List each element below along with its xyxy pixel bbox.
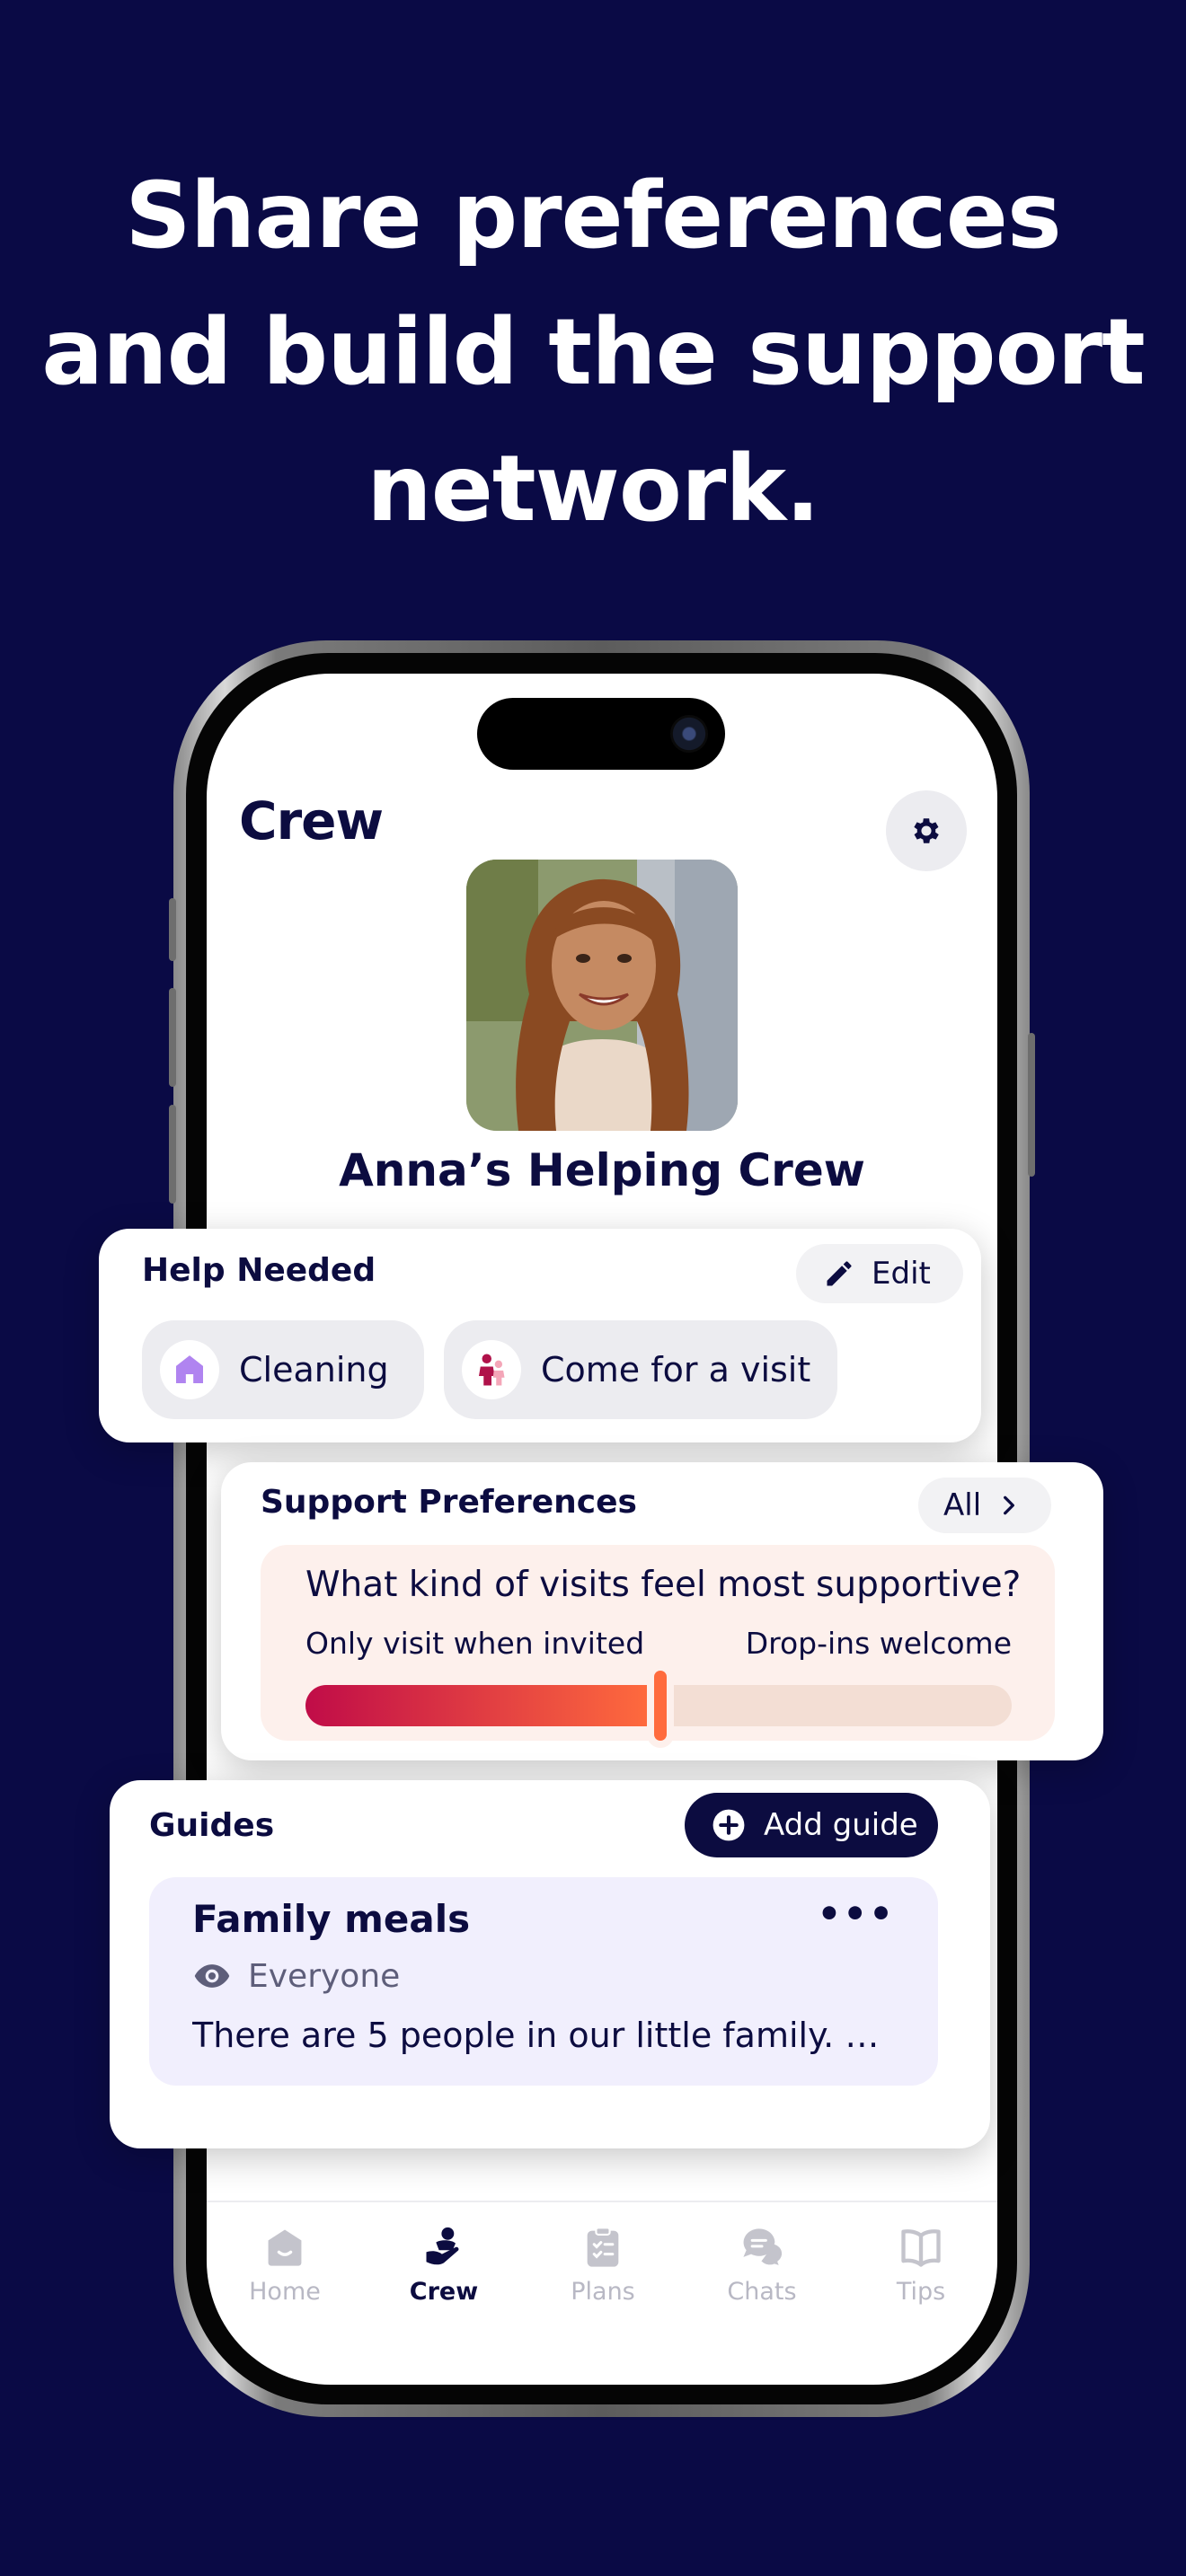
- help-needed-card: Help Needed Edit Cleaning Come for a vis…: [99, 1229, 981, 1442]
- preference-right-label: Drop-ins welcome: [745, 1626, 1012, 1661]
- people-icon: [479, 1354, 505, 1386]
- guide-visibility-label: Everyone: [248, 1957, 401, 1995]
- phone-volume-down: [169, 1105, 176, 1204]
- add-guide-label: Add guide: [764, 1807, 918, 1843]
- pencil-icon: [827, 1261, 852, 1286]
- tab-crew[interactable]: Crew: [385, 2224, 502, 2306]
- all-label: All: [943, 1487, 982, 1523]
- help-needed-title: Help Needed: [142, 1252, 376, 1289]
- avatar: [466, 860, 738, 1131]
- tab-tips[interactable]: Tips: [863, 2224, 979, 2306]
- tab-label: Tips: [896, 2278, 946, 2306]
- slider-fill: [305, 1685, 652, 1726]
- chat-icon: [743, 2228, 784, 2269]
- tab-bar: Home Crew Plans Chats Tips: [207, 2201, 997, 2317]
- guides-title: Guides: [149, 1807, 275, 1844]
- guide-item[interactable]: Family meals ••• Everyone There are 5 pe…: [149, 1877, 938, 2086]
- guide-preview: There are 5 people in our little family.…: [192, 2016, 902, 2055]
- camera-icon: [670, 715, 708, 753]
- all-preferences-button[interactable]: All: [918, 1478, 1051, 1533]
- chip-label: Cleaning: [239, 1350, 389, 1389]
- tab-label: Chats: [727, 2278, 797, 2306]
- tab-label: Plans: [571, 2278, 635, 2306]
- headline-line-3: network.: [367, 436, 820, 543]
- clipboard-icon: [587, 2227, 619, 2267]
- guide-visibility: Everyone: [192, 1956, 400, 1996]
- tab-label: Crew: [409, 2278, 479, 2306]
- chip-label: Come for a visit: [541, 1350, 811, 1389]
- help-chip-cleaning[interactable]: Cleaning: [142, 1320, 424, 1419]
- phone-volume-up: [169, 988, 176, 1087]
- help-chip-visit[interactable]: Come for a visit: [444, 1320, 837, 1419]
- page-title: Crew: [239, 790, 384, 851]
- guide-title: Family meals: [192, 1897, 471, 1941]
- eye-icon: [194, 1964, 230, 1988]
- chevron-right-icon: [1004, 1495, 1015, 1515]
- preference-panel: What kind of visits feel most supportive…: [261, 1545, 1055, 1741]
- preference-question: What kind of visits feel most supportive…: [305, 1565, 1022, 1605]
- tab-plans[interactable]: Plans: [544, 2224, 661, 2306]
- headline-line-1: Share preferences: [125, 163, 1061, 269]
- phone-action-button: [169, 898, 176, 961]
- phone-side-button: [1028, 1033, 1035, 1177]
- home-icon: [268, 2229, 302, 2266]
- chip-icon-wrap: [160, 1340, 219, 1399]
- headline-line-2: and build the support: [41, 299, 1146, 406]
- edit-button[interactable]: Edit: [796, 1244, 963, 1303]
- slider-thumb[interactable]: [654, 1671, 668, 1741]
- marketing-headline: Share preferences and build the support …: [0, 148, 1186, 558]
- tab-chats[interactable]: Chats: [704, 2224, 820, 2306]
- more-options-icon[interactable]: •••: [817, 1892, 895, 1936]
- gear-icon: [914, 818, 939, 843]
- tab-label: Home: [249, 2278, 321, 2306]
- plus-circle-icon: [712, 1809, 745, 1841]
- add-guide-button[interactable]: Add guide: [685, 1793, 938, 1857]
- house-icon: [176, 1355, 203, 1383]
- chip-icon-wrap: [462, 1340, 521, 1399]
- crew-name: Anna’s Helping Crew: [339, 1144, 865, 1196]
- preference-left-label: Only visit when invited: [305, 1626, 645, 1661]
- edit-label: Edit: [872, 1256, 931, 1292]
- book-icon: [901, 2229, 941, 2267]
- crew-icon: [426, 2227, 459, 2265]
- avatar-portrait: [466, 860, 738, 1131]
- preference-slider[interactable]: [305, 1671, 1012, 1741]
- support-preferences-title: Support Preferences: [261, 1484, 637, 1521]
- support-preferences-card: Support Preferences All What kind of vis…: [221, 1462, 1103, 1760]
- tab-home[interactable]: Home: [226, 2224, 343, 2306]
- settings-button[interactable]: [886, 790, 967, 871]
- guides-card: Guides Add guide Family meals ••• Everyo…: [110, 1780, 990, 2148]
